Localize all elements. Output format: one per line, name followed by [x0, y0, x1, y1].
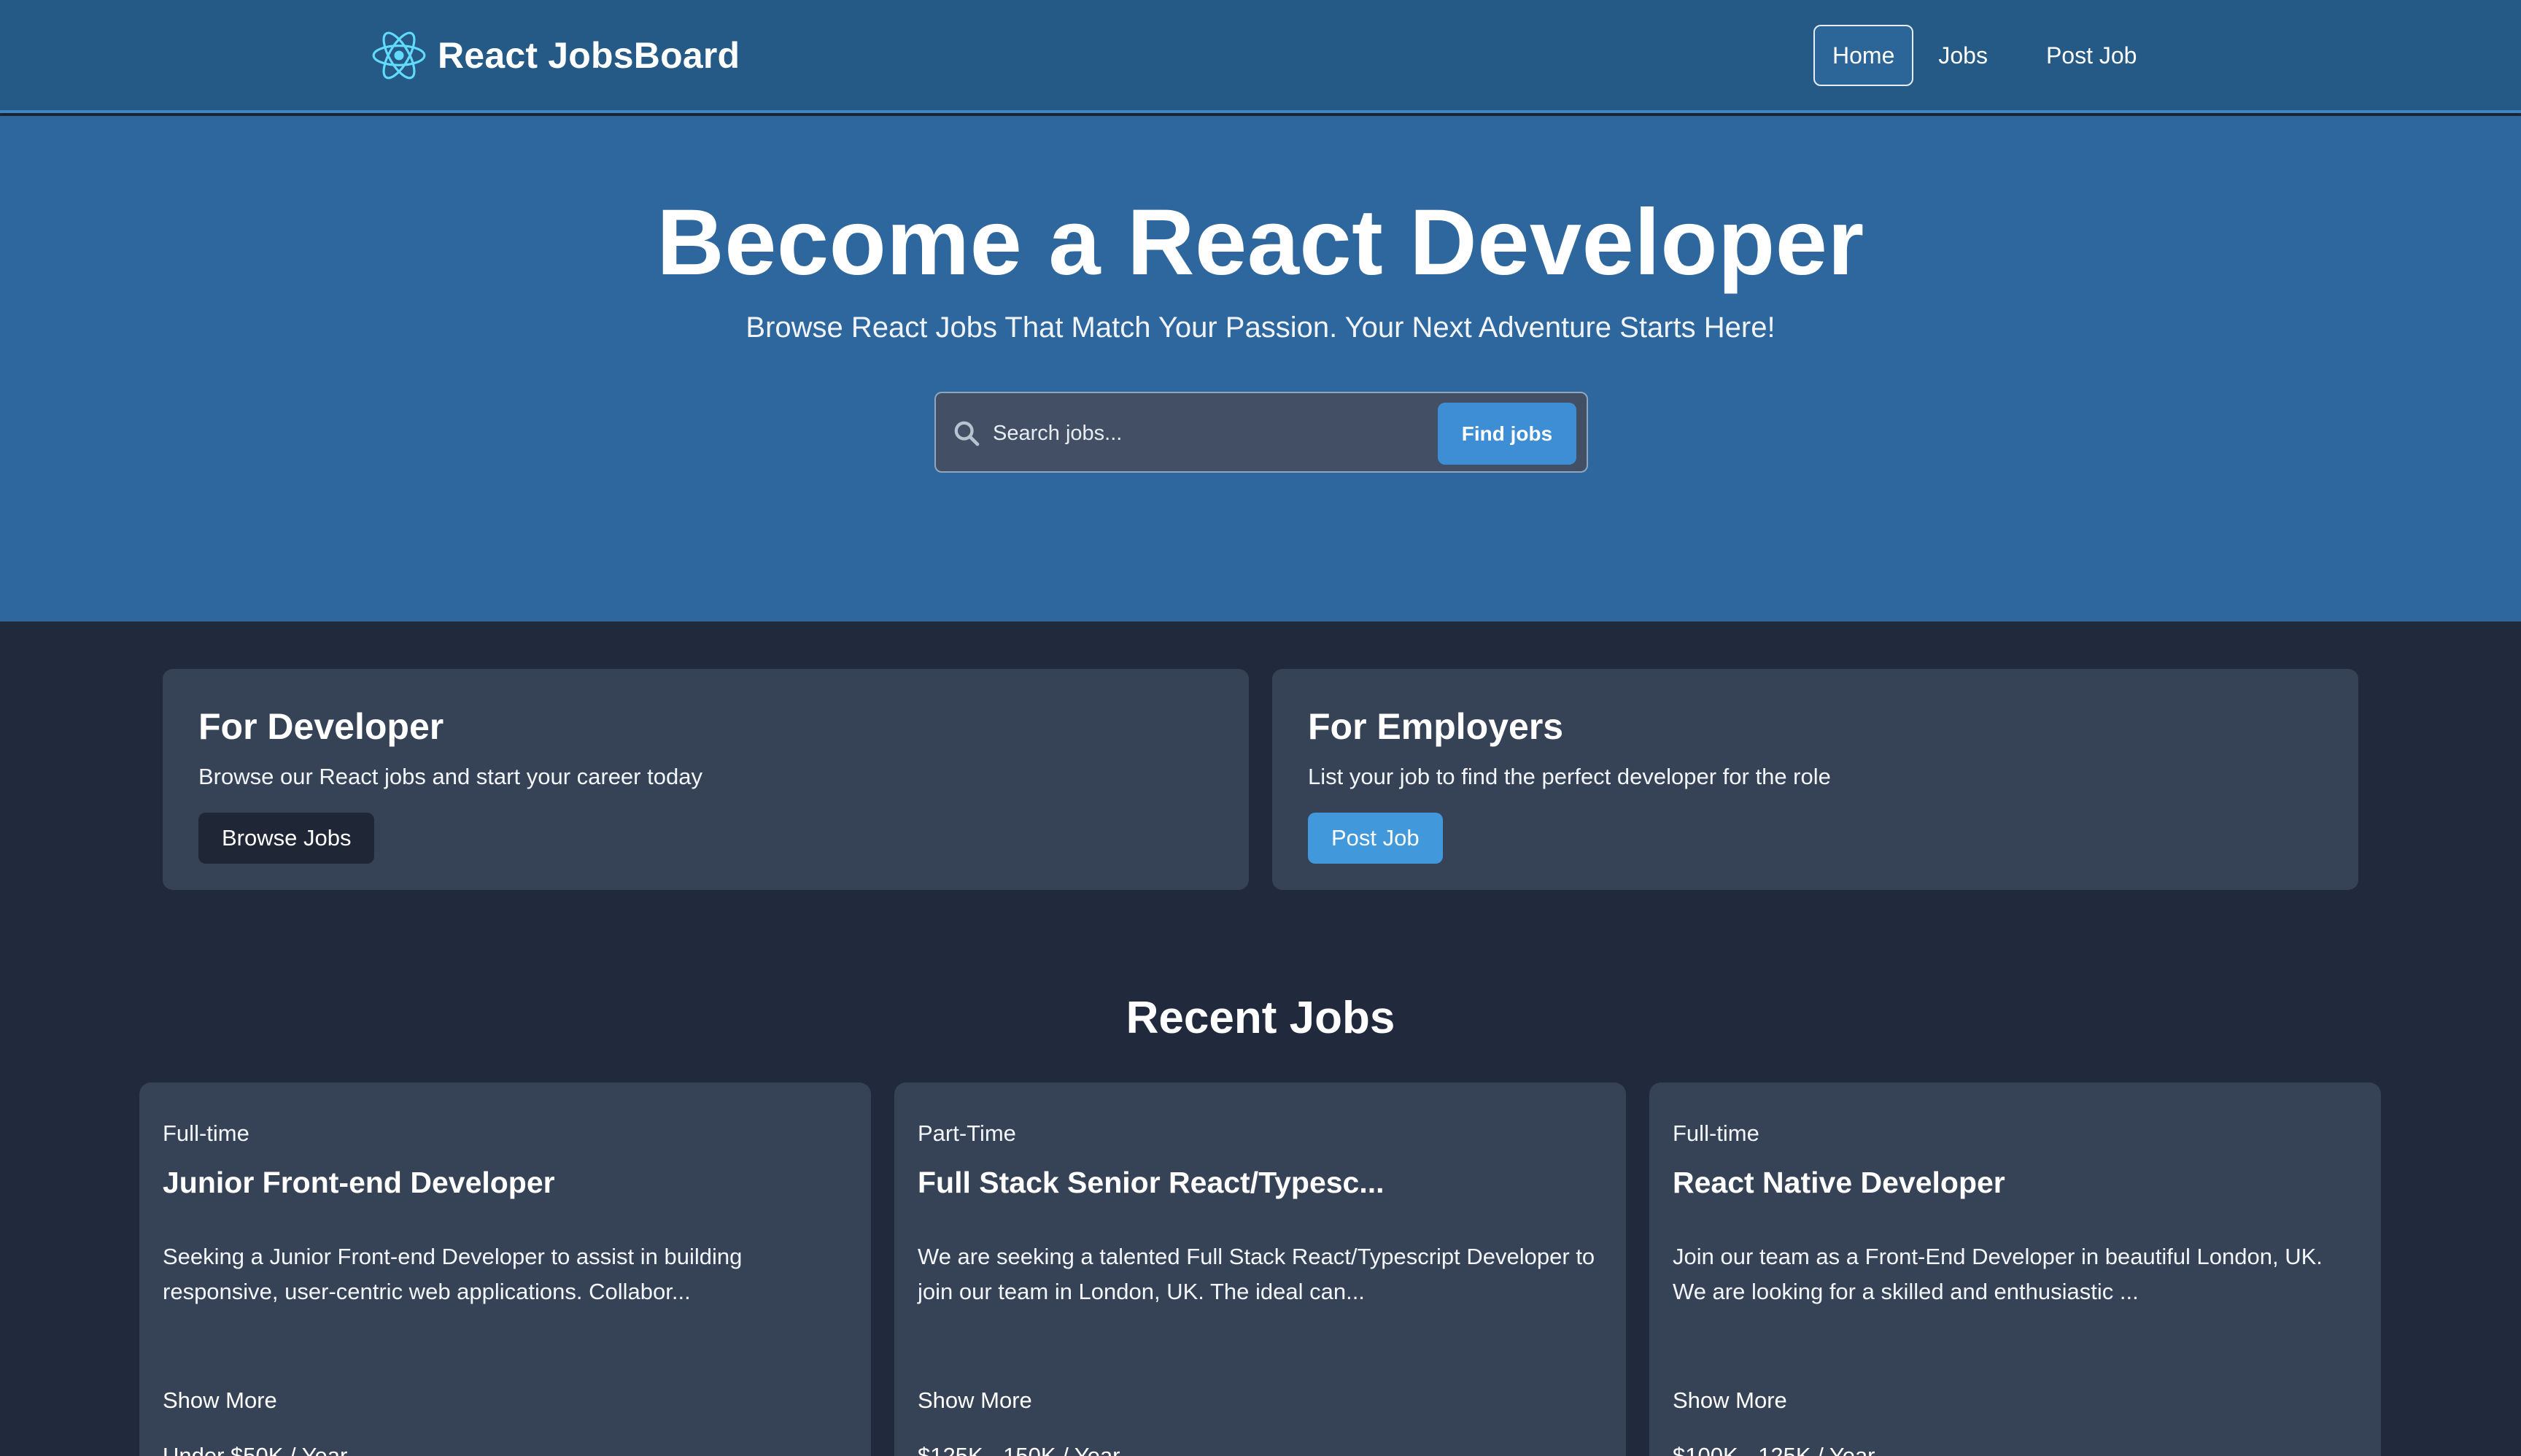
browse-jobs-button[interactable]: Browse Jobs — [198, 813, 375, 864]
brand-name: React JobsBoard — [438, 35, 740, 76]
job-card: Full-time Junior Front-end Developer See… — [139, 1083, 871, 1456]
show-more-button[interactable]: Show More — [918, 1387, 1032, 1414]
brand-link[interactable]: React JobsBoard — [371, 28, 740, 82]
employers-card-text: List your job to find the perfect develo… — [1308, 764, 1831, 789]
employers-card: For Employers List your job to find the … — [1272, 669, 2358, 890]
nav-link-post-job[interactable]: Post Job — [2032, 25, 2152, 86]
job-card: Part-Time Full Stack Senior React/Typesc… — [894, 1083, 1626, 1456]
developer-card: For Developer Browse our React jobs and … — [163, 669, 1249, 890]
job-title: Junior Front-end Developer — [163, 1166, 555, 1199]
job-salary: $100K - 125K / Year — [1673, 1443, 1875, 1456]
job-salary: Under $50K / Year — [163, 1443, 348, 1456]
find-jobs-button[interactable]: Find jobs — [1438, 403, 1576, 465]
job-title: React Native Developer — [1673, 1166, 2005, 1199]
job-description: We are seeking a talented Full Stack Rea… — [918, 1244, 1595, 1304]
react-logo-icon — [371, 28, 427, 82]
nav-links: Home Jobs Post Job — [1813, 25, 2180, 86]
search-icon — [952, 419, 981, 448]
hero-title: Become a React Developer — [657, 190, 1864, 295]
job-salary: $125K - 150K / Year — [918, 1443, 1120, 1456]
nav-link-jobs[interactable]: Jobs — [1924, 25, 2002, 86]
developer-card-text: Browse our React jobs and start your car… — [198, 764, 702, 789]
job-type: Full-time — [1673, 1120, 1759, 1146]
job-type: Part-Time — [918, 1120, 1016, 1146]
job-card: Full-time React Native Developer Join ou… — [1649, 1083, 2381, 1456]
hero-subtitle: Browse React Jobs That Match Your Passio… — [746, 311, 1775, 344]
search-input[interactable] — [993, 408, 1401, 459]
page: React JobsBoard Home Jobs Post Job Becom… — [0, 0, 2521, 1456]
search-form: Find jobs — [934, 392, 1588, 473]
job-description: Seeking a Junior Front-end Developer to … — [163, 1244, 743, 1304]
hero-section: Become a React Developer Browse React Jo… — [0, 116, 2521, 621]
recent-jobs-title: Recent Jobs — [1126, 993, 1395, 1043]
show-more-button[interactable]: Show More — [1673, 1387, 1787, 1414]
nav-link-home[interactable]: Home — [1813, 25, 1914, 86]
show-more-button[interactable]: Show More — [163, 1387, 277, 1414]
job-title: Full Stack Senior React/Typesc... — [918, 1166, 1385, 1199]
job-type: Full-time — [163, 1120, 249, 1146]
job-description: Join our team as a Front-End Developer i… — [1673, 1244, 2323, 1304]
developer-card-title: For Developer — [198, 706, 444, 747]
navbar: React JobsBoard Home Jobs Post Job — [0, 0, 2521, 113]
post-job-button[interactable]: Post Job — [1308, 813, 1443, 864]
employers-card-title: For Employers — [1308, 706, 1564, 747]
